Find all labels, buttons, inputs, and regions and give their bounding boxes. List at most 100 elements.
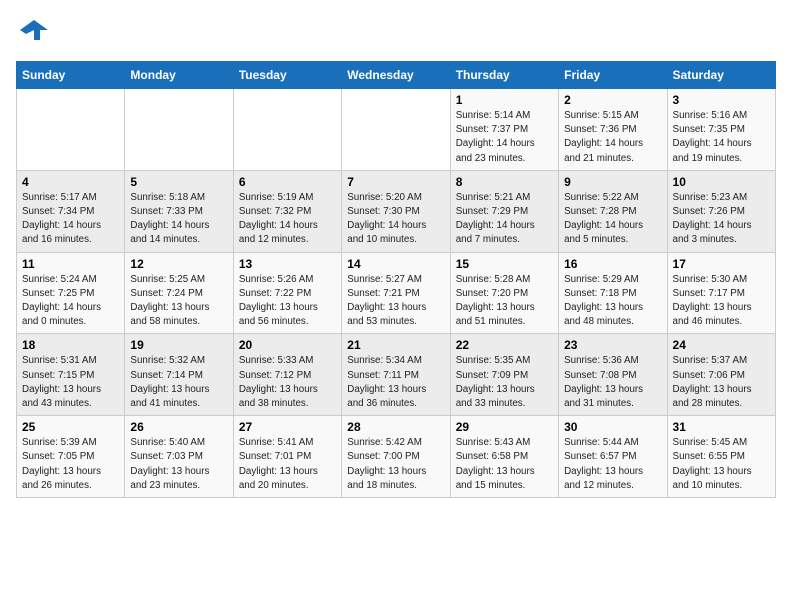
day-info: Sunrise: 5:34 AMSunset: 7:11 PMDaylight:… — [347, 354, 444, 411]
calendar-cell: 16 Sunrise: 5:29 AMSunset: 7:18 PMDayligh… — [559, 252, 667, 334]
calendar-cell: 5 Sunrise: 5:18 AMSunset: 7:33 PMDaylight… — [125, 170, 233, 252]
day-number: 1 — [456, 93, 553, 107]
weekday-header-friday: Friday — [559, 62, 667, 89]
day-info: Sunrise: 5:14 AMSunset: 7:37 PMDaylight:… — [456, 109, 553, 166]
day-info: Sunrise: 5:28 AMSunset: 7:20 PMDaylight:… — [456, 273, 553, 330]
day-info: Sunrise: 5:40 AMSunset: 7:03 PMDaylight:… — [130, 436, 227, 493]
calendar-cell — [125, 89, 233, 171]
calendar-cell: 9 Sunrise: 5:22 AMSunset: 7:28 PMDaylight… — [559, 170, 667, 252]
day-info: Sunrise: 5:17 AMSunset: 7:34 PMDaylight:… — [22, 191, 119, 248]
day-number: 5 — [130, 175, 227, 189]
day-info: Sunrise: 5:39 AMSunset: 7:05 PMDaylight:… — [22, 436, 119, 493]
calendar-cell — [342, 89, 450, 171]
calendar-cell: 15 Sunrise: 5:28 AMSunset: 7:20 PMDayligh… — [450, 252, 558, 334]
day-info: Sunrise: 5:24 AMSunset: 7:25 PMDaylight:… — [22, 273, 119, 330]
logo — [16, 16, 48, 49]
calendar-cell: 26 Sunrise: 5:40 AMSunset: 7:03 PMDayligh… — [125, 416, 233, 498]
day-number: 3 — [673, 93, 770, 107]
day-info: Sunrise: 5:29 AMSunset: 7:18 PMDaylight:… — [564, 273, 661, 330]
day-info: Sunrise: 5:18 AMSunset: 7:33 PMDaylight:… — [130, 191, 227, 248]
weekday-header-sunday: Sunday — [17, 62, 125, 89]
day-number: 25 — [22, 420, 119, 434]
day-info: Sunrise: 5:16 AMSunset: 7:35 PMDaylight:… — [673, 109, 770, 166]
day-number: 18 — [22, 338, 119, 352]
calendar-cell: 11 Sunrise: 5:24 AMSunset: 7:25 PMDayligh… — [17, 252, 125, 334]
day-number: 24 — [673, 338, 770, 352]
calendar-cell — [233, 89, 341, 171]
day-info: Sunrise: 5:41 AMSunset: 7:01 PMDaylight:… — [239, 436, 336, 493]
day-number: 26 — [130, 420, 227, 434]
day-number: 11 — [22, 257, 119, 271]
day-number: 28 — [347, 420, 444, 434]
day-number: 15 — [456, 257, 553, 271]
day-info: Sunrise: 5:22 AMSunset: 7:28 PMDaylight:… — [564, 191, 661, 248]
day-number: 29 — [456, 420, 553, 434]
day-info: Sunrise: 5:23 AMSunset: 7:26 PMDaylight:… — [673, 191, 770, 248]
day-info: Sunrise: 5:30 AMSunset: 7:17 PMDaylight:… — [673, 273, 770, 330]
day-info: Sunrise: 5:21 AMSunset: 7:29 PMDaylight:… — [456, 191, 553, 248]
logo-bird-icon — [20, 16, 48, 44]
day-info: Sunrise: 5:15 AMSunset: 7:36 PMDaylight:… — [564, 109, 661, 166]
calendar-cell: 21 Sunrise: 5:34 AMSunset: 7:11 PMDayligh… — [342, 334, 450, 416]
day-number: 2 — [564, 93, 661, 107]
day-info: Sunrise: 5:27 AMSunset: 7:21 PMDaylight:… — [347, 273, 444, 330]
calendar-cell: 28Sunrise: 5:42 AMSunset: 7:00 PMDayligh… — [342, 416, 450, 498]
day-info: Sunrise: 5:37 AMSunset: 7:06 PMDaylight:… — [673, 354, 770, 411]
calendar-cell: 6 Sunrise: 5:19 AMSunset: 7:32 PMDaylight… — [233, 170, 341, 252]
day-number: 20 — [239, 338, 336, 352]
day-number: 27 — [239, 420, 336, 434]
calendar-cell: 17 Sunrise: 5:30 AMSunset: 7:17 PMDayligh… — [667, 252, 775, 334]
calendar-cell: 4 Sunrise: 5:17 AMSunset: 7:34 PMDaylight… — [17, 170, 125, 252]
calendar-cell: 19 Sunrise: 5:32 AMSunset: 7:14 PMDayligh… — [125, 334, 233, 416]
day-number: 23 — [564, 338, 661, 352]
weekday-header-tuesday: Tuesday — [233, 62, 341, 89]
day-info: Sunrise: 5:44 AMSunset: 6:57 PMDaylight:… — [564, 436, 661, 493]
day-number: 9 — [564, 175, 661, 189]
calendar-table: SundayMondayTuesdayWednesdayThursdayFrid… — [16, 61, 776, 498]
calendar-cell: 23 Sunrise: 5:36 AMSunset: 7:08 PMDayligh… — [559, 334, 667, 416]
day-number: 13 — [239, 257, 336, 271]
day-number: 10 — [673, 175, 770, 189]
day-info: Sunrise: 5:32 AMSunset: 7:14 PMDaylight:… — [130, 354, 227, 411]
day-number: 19 — [130, 338, 227, 352]
day-number: 12 — [130, 257, 227, 271]
day-number: 30 — [564, 420, 661, 434]
calendar-cell: 30 Sunrise: 5:44 AMSunset: 6:57 PMDayligh… — [559, 416, 667, 498]
day-number: 21 — [347, 338, 444, 352]
calendar-cell: 1 Sunrise: 5:14 AMSunset: 7:37 PMDaylight… — [450, 89, 558, 171]
day-info: Sunrise: 5:25 AMSunset: 7:24 PMDaylight:… — [130, 273, 227, 330]
day-info: Sunrise: 5:26 AMSunset: 7:22 PMDaylight:… — [239, 273, 336, 330]
day-info: Sunrise: 5:45 AMSunset: 6:55 PMDaylight:… — [673, 436, 770, 493]
calendar-cell: 8 Sunrise: 5:21 AMSunset: 7:29 PMDaylight… — [450, 170, 558, 252]
calendar-cell: 13 Sunrise: 5:26 AMSunset: 7:22 PMDayligh… — [233, 252, 341, 334]
day-info: Sunrise: 5:36 AMSunset: 7:08 PMDaylight:… — [564, 354, 661, 411]
day-info: Sunrise: 5:20 AMSunset: 7:30 PMDaylight:… — [347, 191, 444, 248]
weekday-header-monday: Monday — [125, 62, 233, 89]
day-info: Sunrise: 5:33 AMSunset: 7:12 PMDaylight:… — [239, 354, 336, 411]
day-number: 7 — [347, 175, 444, 189]
day-number: 8 — [456, 175, 553, 189]
day-info: Sunrise: 5:31 AMSunset: 7:15 PMDaylight:… — [22, 354, 119, 411]
day-number: 14 — [347, 257, 444, 271]
day-number: 6 — [239, 175, 336, 189]
calendar-cell — [17, 89, 125, 171]
calendar-cell: 18 Sunrise: 5:31 AMSunset: 7:15 PMDayligh… — [17, 334, 125, 416]
calendar-cell: 31Sunrise: 5:45 AMSunset: 6:55 PMDayligh… — [667, 416, 775, 498]
calendar-cell: 27 Sunrise: 5:41 AMSunset: 7:01 PMDayligh… — [233, 416, 341, 498]
day-info: Sunrise: 5:19 AMSunset: 7:32 PMDaylight:… — [239, 191, 336, 248]
day-number: 17 — [673, 257, 770, 271]
calendar-cell: 2 Sunrise: 5:15 AMSunset: 7:36 PMDaylight… — [559, 89, 667, 171]
calendar-cell: 3 Sunrise: 5:16 AMSunset: 7:35 PMDaylight… — [667, 89, 775, 171]
calendar-cell: 24 Sunrise: 5:37 AMSunset: 7:06 PMDayligh… — [667, 334, 775, 416]
day-number: 22 — [456, 338, 553, 352]
day-number: 16 — [564, 257, 661, 271]
day-info: Sunrise: 5:43 AMSunset: 6:58 PMDaylight:… — [456, 436, 553, 493]
day-number: 4 — [22, 175, 119, 189]
calendar-cell: 14 Sunrise: 5:27 AMSunset: 7:21 PMDayligh… — [342, 252, 450, 334]
calendar-cell: 20 Sunrise: 5:33 AMSunset: 7:12 PMDayligh… — [233, 334, 341, 416]
day-info: Sunrise: 5:35 AMSunset: 7:09 PMDaylight:… — [456, 354, 553, 411]
calendar-cell: 10 Sunrise: 5:23 AMSunset: 7:26 PMDayligh… — [667, 170, 775, 252]
weekday-header-saturday: Saturday — [667, 62, 775, 89]
calendar-cell: 25 Sunrise: 5:39 AMSunset: 7:05 PMDayligh… — [17, 416, 125, 498]
weekday-header-wednesday: Wednesday — [342, 62, 450, 89]
